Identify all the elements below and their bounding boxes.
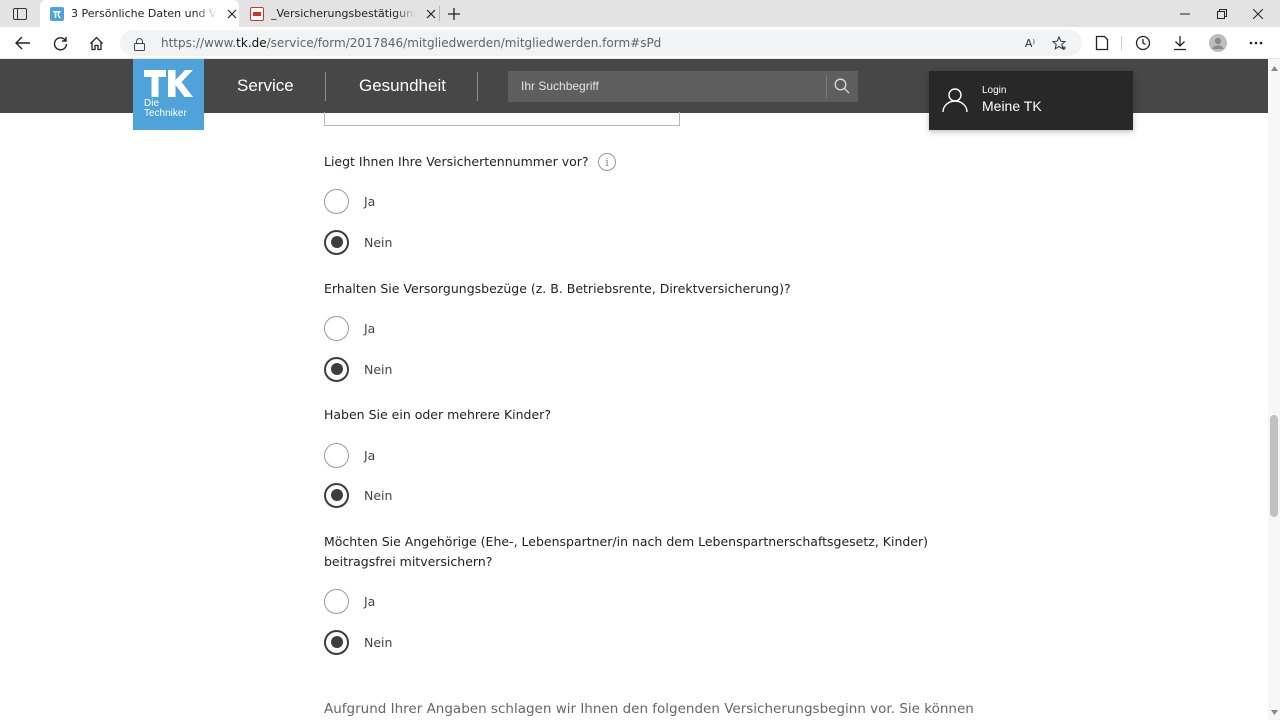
radio-label: Ja bbox=[364, 193, 376, 209]
meine-tk-label: Meine TK bbox=[982, 98, 1042, 114]
search-icon[interactable] bbox=[834, 78, 850, 98]
radio-label: Nein bbox=[364, 487, 393, 503]
radio-option-nein[interactable]: Nein bbox=[324, 229, 392, 255]
home-icon[interactable] bbox=[82, 31, 110, 55]
radio-button-selected[interactable] bbox=[324, 629, 349, 655]
question-line2: beitragsfrei mitversichern? bbox=[324, 554, 493, 569]
search-placeholder: Ihr Suchbegriff bbox=[521, 79, 599, 93]
scroll-down-icon[interactable] bbox=[1268, 706, 1280, 718]
radio-button[interactable] bbox=[324, 588, 349, 614]
url-text[interactable]: https://www.tk.de/service/form/2017846/m… bbox=[161, 36, 661, 50]
question-kinder: Haben Sie ein oder mehrere Kinder? bbox=[324, 407, 551, 422]
tk-favicon-icon bbox=[50, 6, 64, 21]
reload-icon[interactable] bbox=[46, 31, 74, 55]
favorite-star-icon[interactable] bbox=[1050, 34, 1070, 52]
scroll-up-icon[interactable] bbox=[1268, 62, 1280, 74]
browser-toolbar: https://www.tk.de/service/form/2017846/m… bbox=[0, 27, 1280, 59]
address-bar[interactable]: https://www.tk.de/service/form/2017846/m… bbox=[120, 30, 1082, 56]
question-versorgungsbezuege: Erhalten Sie Versorgungsbezüge (z. B. Be… bbox=[324, 281, 791, 296]
page-scrollbar[interactable] bbox=[1268, 59, 1280, 720]
radio-option-ja[interactable]: Ja bbox=[324, 588, 375, 614]
radio-button-selected[interactable] bbox=[324, 229, 349, 255]
browser-tab-strip: 3 Persönliche Daten und Versicherung _Ve… bbox=[0, 0, 1280, 27]
radio-label: Ja bbox=[364, 320, 376, 336]
info-icon[interactable]: i bbox=[598, 153, 616, 171]
scrollbar-thumb[interactable] bbox=[1270, 415, 1278, 517]
tab-divider bbox=[439, 6, 440, 21]
history-icon[interactable] bbox=[1129, 31, 1157, 55]
versicherungsbeginn-paragraph: Aufgrund Ihrer Angaben schlagen wir Ihne… bbox=[324, 701, 974, 717]
logo-line2: Techniker bbox=[144, 108, 187, 119]
radio-label: Nein bbox=[364, 634, 393, 650]
nav-gesundheit[interactable]: Gesundheit bbox=[359, 59, 446, 113]
radio-option-ja[interactable]: Ja bbox=[324, 188, 375, 214]
user-icon bbox=[942, 87, 968, 117]
nav-divider bbox=[325, 72, 326, 101]
browser-tab-active[interactable]: 3 Persönliche Daten und Versicherung bbox=[40, 0, 239, 27]
profile-avatar-icon[interactable] bbox=[1204, 31, 1232, 55]
download-icon[interactable] bbox=[1166, 31, 1194, 55]
radio-button-selected[interactable] bbox=[324, 482, 349, 508]
tab-title: _Versicherungsbestätigung (1).PDF bbox=[271, 7, 417, 20]
question-angehoerige: Möchten Sie Angehörige (Ehe-, Lebenspart… bbox=[324, 532, 964, 572]
radio-button-selected[interactable] bbox=[324, 356, 349, 382]
radio-label: Nein bbox=[364, 361, 393, 377]
question-versichertennummer: Liegt Ihnen Ihre Versichertennummer vor? bbox=[324, 154, 589, 169]
question-line1: Möchten Sie Angehörige (Ehe-, Lebenspart… bbox=[324, 534, 929, 549]
collections-icon[interactable] bbox=[1088, 31, 1116, 55]
radio-option-ja[interactable]: Ja bbox=[324, 442, 375, 468]
close-window-icon[interactable] bbox=[1236, 0, 1280, 27]
radio-button[interactable] bbox=[324, 315, 349, 341]
radio-button[interactable] bbox=[324, 442, 349, 468]
previous-input-field[interactable] bbox=[324, 112, 680, 126]
close-tab-icon[interactable] bbox=[225, 7, 239, 21]
read-aloud-icon[interactable]: A⁾ bbox=[1020, 34, 1040, 52]
logo-text: Die Techniker bbox=[144, 99, 187, 119]
radio-option-nein[interactable]: Nein bbox=[324, 629, 392, 655]
tab-actions-icon[interactable] bbox=[8, 4, 32, 24]
nav-divider bbox=[477, 72, 478, 101]
nav-service[interactable]: Service bbox=[237, 59, 294, 113]
tk-logo-mark-icon bbox=[144, 70, 193, 97]
radio-option-ja[interactable]: Ja bbox=[324, 315, 375, 341]
radio-button[interactable] bbox=[324, 188, 349, 214]
browser-tab-pdf[interactable]: _Versicherungsbestätigung (1).PDF bbox=[240, 0, 438, 27]
lock-icon[interactable] bbox=[134, 36, 145, 55]
radio-label: Ja bbox=[364, 447, 376, 463]
login-label: Login bbox=[982, 85, 1007, 96]
radio-label: Ja bbox=[364, 593, 376, 609]
search-input[interactable]: Ihr Suchbegriff bbox=[508, 71, 858, 102]
more-menu-icon[interactable] bbox=[1242, 31, 1270, 55]
radio-option-nein[interactable]: Nein bbox=[324, 356, 392, 382]
back-icon[interactable] bbox=[9, 31, 37, 55]
radio-option-nein[interactable]: Nein bbox=[324, 482, 392, 508]
toolbar-divider bbox=[1121, 36, 1122, 50]
login-button[interactable]: Login Meine TK bbox=[929, 71, 1133, 130]
new-tab-icon[interactable] bbox=[444, 4, 464, 24]
url-path: /service/form/2017846/mitgliedwerden/mit… bbox=[266, 36, 662, 50]
pdf-favicon-icon bbox=[250, 6, 264, 21]
url-prefix: https://www. bbox=[161, 36, 237, 50]
url-domain: tk.de bbox=[236, 36, 267, 50]
tk-logo[interactable]: Die Techniker bbox=[133, 59, 204, 130]
search-divider bbox=[826, 75, 827, 98]
tab-title: 3 Persönliche Daten und Versicherung bbox=[71, 7, 217, 20]
close-tab-icon[interactable] bbox=[424, 7, 438, 21]
radio-label: Nein bbox=[364, 234, 393, 250]
